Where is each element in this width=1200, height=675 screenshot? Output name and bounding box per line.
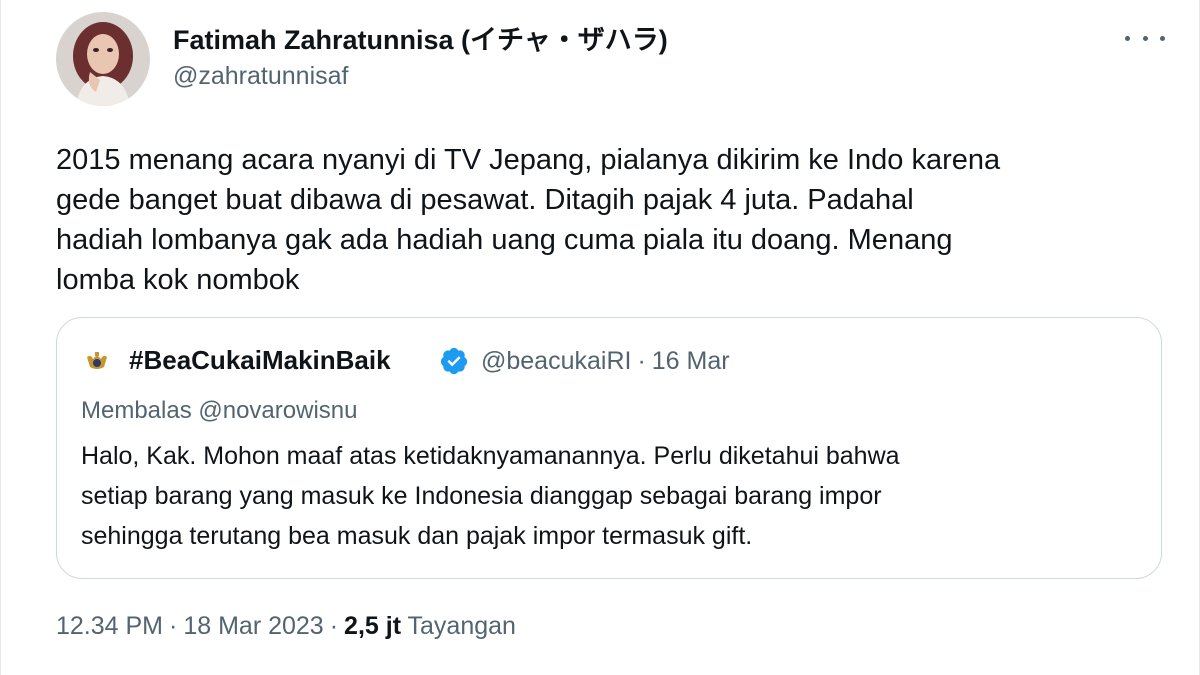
views-label: Tayangan (407, 612, 516, 640)
author-avatar[interactable] (56, 12, 150, 106)
quoted-text: Halo, Kak. Mohon maaf atas ketidaknyaman… (81, 442, 900, 550)
quoted-date[interactable]: 16 Mar (652, 347, 730, 375)
more-horizontal-icon[interactable] (1125, 28, 1165, 48)
quoted-reply-to: Membalas @novarowisnu (81, 397, 358, 424)
views-count[interactable]: 2,5 jt (344, 612, 401, 640)
footer-separator-2: · (329, 612, 339, 640)
tweet-card: Fatimah Zahratunnisa (イチャ・ザハラ) @zahratun… (0, 0, 1200, 675)
quoted-separator: · (637, 347, 646, 375)
quoted-author-handle[interactable]: @beacukaiRI (481, 347, 631, 375)
tweet-time[interactable]: 12.34 PM (56, 612, 163, 640)
quoted-avatar[interactable] (83, 348, 111, 376)
tweet-date[interactable]: 18 Mar 2023 (183, 612, 323, 640)
quoted-author-name[interactable]: #BeaCukaiMakinBaik (129, 345, 391, 376)
quoted-tweet[interactable]: #BeaCukaiMakinBaik @beacukaiRI · 16 Mar Me… (56, 317, 1162, 579)
tweet-footer: 12.34 PM · 18 Mar 2023 · 2,5 jt Tayangan (56, 612, 516, 641)
author-handle[interactable]: @zahratunnisaf (173, 62, 348, 91)
verified-badge-icon (439, 346, 469, 376)
author-name[interactable]: Fatimah Zahratunnisa (イチャ・ザハラ) (173, 18, 668, 57)
tweet-text: 2015 menang acara nyanyi di TV Jepang, p… (56, 144, 1001, 296)
quoted-meta: @beacukaiRI · 16 Mar (481, 347, 730, 376)
footer-separator-1: · (169, 612, 178, 640)
